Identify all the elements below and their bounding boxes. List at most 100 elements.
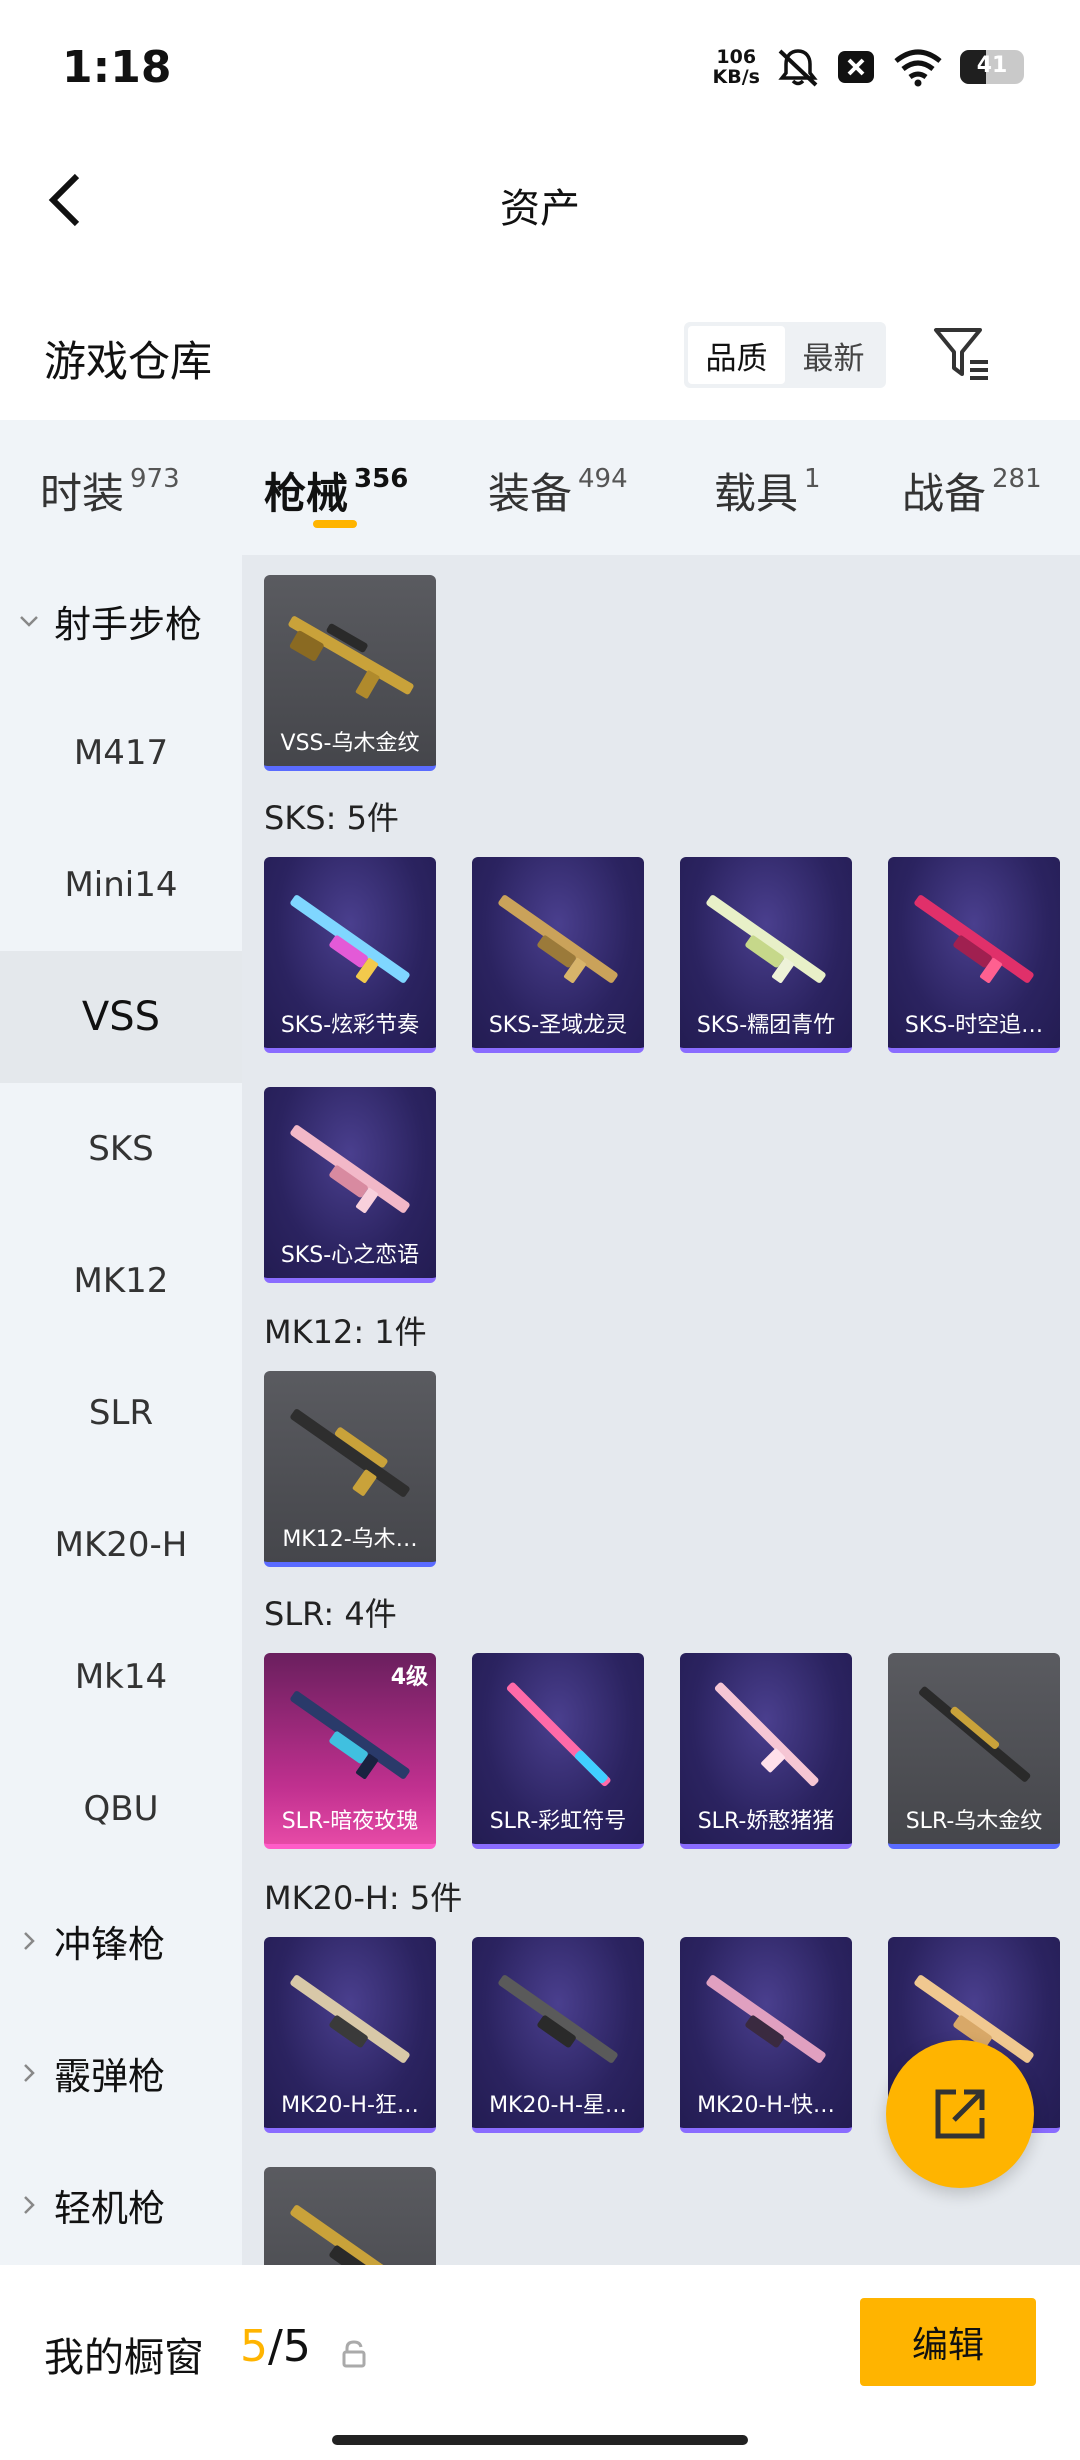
tab-label: 枪械 [264, 469, 349, 518]
rifle-icon [290, 1691, 410, 1779]
wifi-icon [894, 49, 942, 87]
weapon-card[interactable]: MK20-H-星… [472, 1937, 644, 2133]
weapon-card[interactable]: SLR-娇憨猪猪 [680, 1653, 852, 1849]
weapon-name: MK12-乌木… [282, 1527, 418, 1552]
weapon-card[interactable] [264, 2167, 436, 2265]
sidebar-group-smg[interactable]: 冲锋枪 [0, 1875, 242, 2007]
group-label-mk12: MK12: 1件 [264, 1313, 427, 1351]
sidebar-item-m417[interactable]: M417 [0, 687, 242, 819]
sort-quality-button[interactable]: 品质 [688, 326, 785, 384]
mute-icon [778, 49, 818, 87]
edit-button[interactable]: 编辑 [860, 2298, 1036, 2386]
weapon-name: MK20-H-快… [697, 2093, 835, 2118]
tab-vehicles[interactable]: 载具 1 [714, 460, 821, 521]
filter-button[interactable] [930, 322, 994, 386]
weapon-card[interactable]: SLR-乌木金纹 [888, 1653, 1060, 1849]
tab-label: 战备 [902, 469, 987, 518]
rifle-icon [914, 895, 1034, 983]
showcase-label: 我的橱窗 [44, 2335, 204, 2381]
chevron-right-icon [24, 2196, 35, 2214]
weapon-name: SLR-彩虹符号 [489, 1809, 627, 1834]
lock-icon [342, 2340, 366, 2368]
sort-latest-button[interactable]: 最新 [785, 326, 882, 384]
sidebar-item-sks[interactable]: SKS [0, 1083, 242, 1215]
tab-supplies[interactable]: 战备 281 [902, 460, 1042, 521]
rifle-icon [290, 1975, 410, 2063]
net-speed-unit: KB/s [712, 66, 760, 88]
close-app-icon [838, 51, 874, 83]
tab-count: 1 [804, 464, 821, 494]
sidebar-item-qbu[interactable]: QBU [0, 1743, 242, 1875]
sidebar-group-shotgun[interactable]: 霰弹枪 [0, 2007, 242, 2139]
tab-weapons[interactable]: 枪械 356 [264, 460, 408, 521]
status-time: 1:18 [62, 42, 172, 93]
weapon-name: SKS-炫彩节奏 [280, 1013, 420, 1038]
weapon-card[interactable]: 4级 SLR-暗夜玫瑰 [264, 1653, 436, 1849]
tab-count: 973 [130, 464, 180, 494]
sidebar-group-marksman[interactable]: 射手步枪 [0, 555, 242, 687]
showcase-separator: / [268, 2321, 283, 2372]
page-title: 资产 [500, 186, 580, 232]
share-button[interactable] [886, 2040, 1034, 2188]
weapon-card[interactable]: SKS-时空追… [888, 857, 1060, 1053]
weapon-card[interactable]: SKS-炫彩节奏 [264, 857, 436, 1053]
sidebar-item-mk20h[interactable]: MK20-H [0, 1479, 242, 1611]
weapon-name: MK20-H-星… [489, 2093, 627, 2118]
sidebar-item-mk14[interactable]: Mk14 [0, 1611, 242, 1743]
filter-icon [934, 328, 988, 380]
rifle-icon [706, 1975, 826, 2063]
sidebar-item-vss[interactable]: VSS [0, 951, 242, 1083]
sidebar-item-label: 霰弹枪 [54, 2055, 165, 2098]
chevron-right-icon [24, 1932, 35, 1950]
weapon-name: SKS-圣域龙灵 [488, 1013, 628, 1038]
rifle-icon [714, 1682, 819, 1787]
group-label-mk20h: MK20-H: 5件 [264, 1879, 463, 1917]
sidebar-item-mk12[interactable]: MK12 [0, 1215, 242, 1347]
group-label-sks: SKS: 5件 [264, 799, 399, 837]
rifle-icon [290, 2205, 410, 2265]
tab-count: 356 [354, 464, 409, 494]
group-label-slr: SLR: 4件 [264, 1595, 397, 1633]
rifle-icon [288, 616, 414, 699]
home-indicator [332, 2435, 748, 2445]
tab-label: 装备 [488, 469, 573, 518]
battery-icon: 41 [960, 50, 1024, 84]
sidebar-item-mini14[interactable]: Mini14 [0, 819, 242, 951]
weapon-card[interactable]: MK20-H-狂… [264, 1937, 436, 2133]
active-tab-indicator [313, 520, 357, 528]
weapon-card[interactable]: MK12-乌木… [264, 1371, 436, 1567]
app-root: 1:18 106 KB/s 41 资产 游戏仓库 品质 最新 时装 973 枪械… [0, 0, 1080, 2460]
tab-count: 281 [992, 464, 1042, 494]
section-title: 游戏仓库 [44, 337, 213, 386]
rifle-icon [290, 1409, 410, 1497]
rifle-icon [706, 895, 826, 983]
weapon-card[interactable]: VSS-乌木金纹 [264, 575, 436, 771]
sidebar-item-label: 冲锋枪 [54, 1923, 165, 1966]
sidebar-item-label: 射手步枪 [54, 603, 202, 646]
weapon-type-sidebar: 射手步枪 M417 Mini14 VSS SKS MK12 SLR MK20-H… [0, 555, 242, 2265]
sort-toggle: 品质 最新 [684, 322, 886, 388]
weapon-name: SLR-暗夜玫瑰 [281, 1809, 419, 1834]
weapon-card[interactable]: SKS-糯团青竹 [680, 857, 852, 1053]
tab-fashion[interactable]: 时装 973 [40, 460, 180, 521]
weapon-card[interactable]: SLR-彩虹符号 [472, 1653, 644, 1849]
sidebar-item-slr[interactable]: SLR [0, 1347, 242, 1479]
tab-label: 时装 [40, 469, 125, 518]
weapon-name: SLR-乌木金纹 [905, 1809, 1043, 1834]
weapon-card[interactable]: SKS-心之恋语 [264, 1087, 436, 1283]
tab-equipment[interactable]: 装备 494 [488, 460, 628, 521]
weapon-card[interactable]: MK20-H-快… [680, 1937, 852, 2133]
weapon-name: SKS-糯团青竹 [696, 1013, 836, 1038]
category-tabs: 时装 973 枪械 356 装备 494 载具 1 战备 281 [0, 420, 1080, 555]
chevron-right-icon [24, 2064, 35, 2082]
weapon-name: VSS-乌木金纹 [280, 731, 420, 756]
showcase-count: 5/5 [240, 2321, 311, 2372]
net-speed: 106 KB/s [713, 47, 760, 87]
sidebar-group-lmg[interactable]: 轻机枪 [0, 2139, 242, 2271]
weapon-card[interactable]: SKS-圣域龙灵 [472, 857, 644, 1053]
weapon-name: SKS-心之恋语 [280, 1243, 420, 1268]
tab-label: 载具 [714, 469, 799, 518]
chevron-down-icon [20, 616, 38, 627]
bottom-bar: 我的橱窗 5/5 编辑 [0, 2265, 1080, 2460]
rifle-icon [498, 895, 618, 983]
